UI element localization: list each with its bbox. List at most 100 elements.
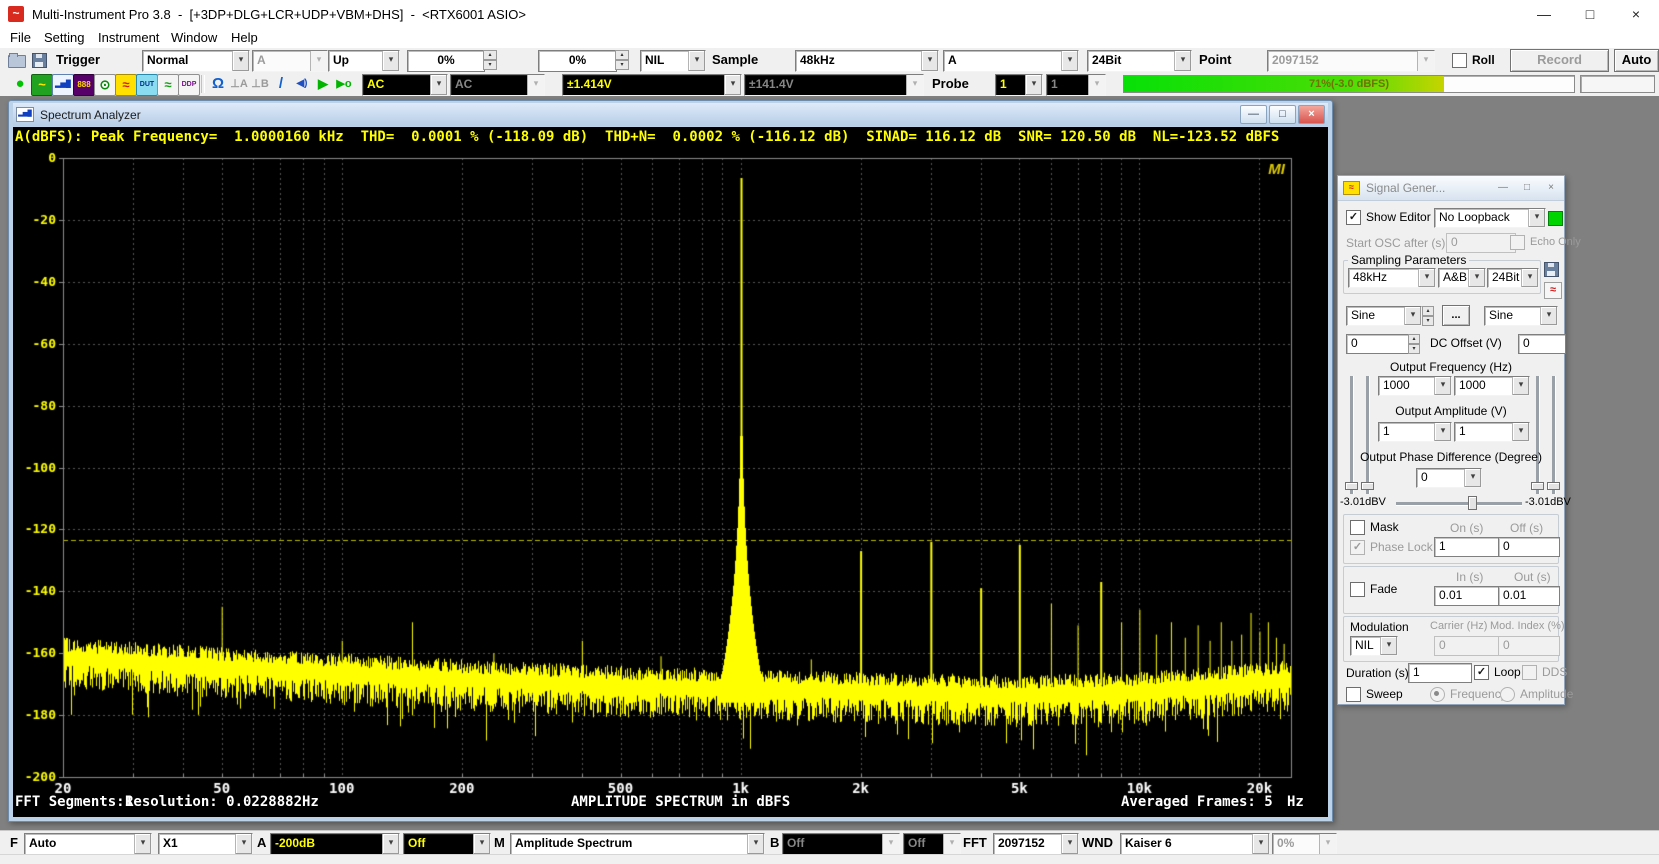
chevron-down-icon[interactable]: ▾	[1174, 51, 1191, 71]
spin-up-icon[interactable]: ▴	[1408, 334, 1420, 344]
trigger-delay-field[interactable]: 0%	[538, 50, 617, 72]
data-logger-icon[interactable]: ⊙	[94, 74, 116, 96]
ddp-viewer-icon[interactable]: DDP	[178, 74, 200, 96]
spectrum-analyzer-icon[interactable]: ▂▅█	[52, 74, 74, 96]
mask-off-input[interactable]: 0	[1498, 537, 1560, 557]
checkbox-box[interactable]	[1350, 520, 1365, 535]
play-output-icon[interactable]: ▶o	[334, 74, 354, 94]
amp-a-select[interactable]: 1▾	[1378, 422, 1452, 442]
checkbox-box[interactable]: ✓	[1346, 210, 1361, 225]
trigger-mode-select[interactable]: Normal▾	[142, 50, 250, 72]
balance-slider-handle[interactable]	[1468, 496, 1477, 510]
dc-offset-b-input[interactable]: 0	[1518, 334, 1566, 354]
checkbox-box[interactable]	[1350, 582, 1365, 597]
spin-down-icon[interactable]: ▾	[615, 60, 629, 70]
probe-icon[interactable]: /	[271, 74, 291, 94]
menu-file[interactable]: File	[4, 29, 37, 47]
freq-a-select[interactable]: 1000▾	[1378, 376, 1452, 396]
chevron-down-icon[interactable]: ▾	[134, 834, 151, 854]
minimize-button[interactable]: —	[1521, 0, 1567, 28]
trigger-edge-select[interactable]: Up▾	[328, 50, 400, 72]
chevron-down-icon[interactable]: ▾	[1521, 269, 1538, 287]
siggen-save-icon[interactable]	[1544, 262, 1559, 277]
siggen-close-button[interactable]: ×	[1540, 180, 1562, 196]
chevron-down-icon[interactable]: ▾	[921, 51, 938, 71]
chevron-down-icon[interactable]: ▾	[1061, 834, 1078, 854]
window-restore-button[interactable]: □	[1269, 105, 1296, 124]
chevron-down-icon[interactable]: ▾	[1025, 75, 1042, 95]
siggen-channel-select[interactable]: A&B▾	[1438, 268, 1486, 288]
probe-a-select[interactable]: 1▾	[995, 74, 1043, 96]
chevron-down-icon[interactable]: ▾	[1061, 51, 1078, 71]
level-a2-slider[interactable]	[1366, 376, 1370, 494]
play-icon[interactable]: ▶	[313, 74, 333, 94]
menu-instrument[interactable]: Instrument	[92, 29, 165, 47]
chevron-down-icon[interactable]: ▾	[1464, 469, 1481, 487]
duration-input[interactable]: 1	[1408, 663, 1472, 683]
siggen-rate-select[interactable]: 48kHz▾	[1348, 268, 1436, 288]
spin-up-icon[interactable]: ▴	[483, 50, 497, 60]
fade-in-input[interactable]: 0.01	[1434, 586, 1500, 606]
signal-generator-icon[interactable]: ≈	[115, 74, 137, 96]
freq-b-select[interactable]: 1000▾	[1454, 376, 1530, 396]
spin-up-icon[interactable]: ▴	[1422, 306, 1434, 316]
menu-setting[interactable]: Setting	[38, 29, 90, 47]
siggen-titlebar[interactable]: ≈ Signal Gener... — □ ×	[1338, 176, 1564, 201]
trigger-reject-select[interactable]: NIL▾	[640, 50, 706, 72]
chevron-down-icon[interactable]: ▾	[688, 51, 705, 71]
fft-size-select[interactable]: 2097152▾	[993, 833, 1079, 855]
level-b2-slider[interactable]	[1552, 376, 1556, 494]
siggen-minimize-button[interactable]: —	[1492, 180, 1514, 196]
chevron-down-icon[interactable]: ▾	[382, 834, 399, 854]
device-test-plan-icon[interactable]: DUT	[136, 74, 158, 96]
wave-spinner[interactable]: ▴▾	[1422, 306, 1434, 324]
window-minimize-button[interactable]: —	[1240, 105, 1267, 124]
dc-offset-a-input[interactable]: 0	[1346, 334, 1414, 354]
amp-b-select[interactable]: 1▾	[1454, 422, 1530, 442]
spin-down-icon[interactable]: ▾	[483, 60, 497, 70]
chevron-down-icon[interactable]: ▾	[1434, 423, 1451, 441]
spectrum-plot-canvas[interactable]	[13, 149, 1328, 801]
a-range-select[interactable]: -200dB▾	[270, 833, 400, 855]
chevron-down-icon[interactable]: ▾	[1404, 307, 1421, 325]
mask-checkbox[interactable]: Mask	[1350, 520, 1399, 534]
speaker-icon[interactable]: ◀)	[292, 74, 312, 94]
coupling-a-select[interactable]: AC▾	[362, 74, 448, 96]
level-a2-slider-handle[interactable]	[1361, 482, 1374, 490]
level-b1-slider-handle[interactable]	[1531, 482, 1544, 490]
level-a1-slider[interactable]	[1350, 376, 1354, 494]
sweep-checkbox[interactable]: Sweep	[1346, 687, 1403, 701]
spin-down-icon[interactable]: ▾	[1408, 344, 1420, 354]
checkbox-box[interactable]	[1452, 53, 1467, 68]
derived-data-icon[interactable]: ≈	[157, 74, 179, 96]
chevron-down-icon[interactable]: ▾	[382, 51, 399, 71]
range-a-select[interactable]: ±1.414V▾	[562, 74, 742, 96]
fade-out-input[interactable]: 0.01	[1498, 586, 1560, 606]
siggen-restore-button[interactable]: □	[1516, 180, 1538, 196]
trigger-delay-spinner[interactable]: ▴▾	[615, 50, 629, 70]
x-multiplier-select[interactable]: X1▾	[158, 833, 253, 855]
run-icon[interactable]: ●	[10, 74, 30, 94]
roll-checkbox[interactable]: Roll	[1452, 53, 1495, 67]
waveform-library-icon[interactable]: ≈	[1544, 282, 1562, 299]
trigger-level-field[interactable]: 0%	[407, 50, 485, 72]
chevron-down-icon[interactable]: ▾	[235, 834, 252, 854]
multimeter-icon[interactable]: 888	[73, 74, 95, 96]
mode-select[interactable]: Amplitude Spectrum▾	[510, 833, 765, 855]
spin-up-icon[interactable]: ▴	[615, 50, 629, 60]
chevron-down-icon[interactable]: ▾	[1468, 269, 1485, 287]
output-on-button[interactable]	[1548, 211, 1563, 226]
chevron-down-icon[interactable]: ▾	[430, 75, 447, 95]
auto-button[interactable]: Auto	[1614, 49, 1659, 72]
chevron-down-icon[interactable]: ▾	[1540, 307, 1557, 325]
sample-bits-select[interactable]: 24Bit▾	[1087, 50, 1192, 72]
balance-slider[interactable]	[1396, 502, 1522, 506]
wave-b-select[interactable]: Sine▾	[1484, 306, 1558, 326]
spin-down-icon[interactable]: ▾	[1422, 316, 1434, 326]
phase-select[interactable]: 0▾	[1416, 468, 1482, 488]
menu-help[interactable]: Help	[225, 29, 264, 47]
level-b2-slider-handle[interactable]	[1547, 482, 1560, 490]
trigger-level-spinner[interactable]: ▴▾	[483, 50, 497, 70]
wave-editor-button[interactable]: ...	[1442, 305, 1470, 326]
spectrum-window-titlebar[interactable]: ▂▅█ Spectrum Analyzer — □ ×	[13, 103, 1328, 126]
